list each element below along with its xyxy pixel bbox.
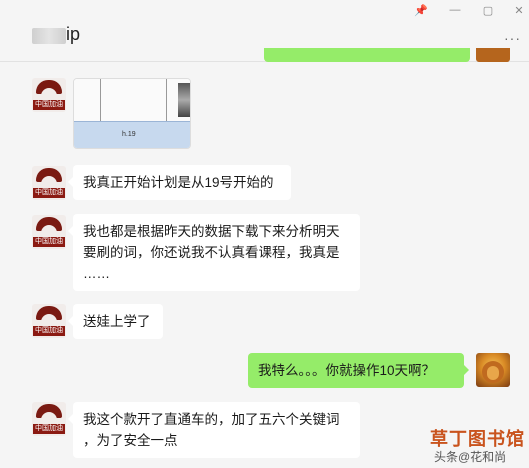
message-text: 我这个款开了直通车的，加了五六个关键词 bbox=[83, 412, 340, 427]
previous-sent-bubble[interactable] bbox=[264, 48, 470, 62]
message-bubble[interactable]: 我也都是根据昨天的数据下载下来分析明天 要刷的词，你还说我不认真看课程，我真是 … bbox=[68, 214, 360, 291]
avatar-tag: 中国加油 bbox=[33, 100, 65, 110]
message-bubble[interactable]: 送娃上学了 bbox=[68, 304, 163, 339]
contact-avatar[interactable]: 中国加油 bbox=[32, 78, 66, 112]
contact-avatar[interactable]: 中国加油 bbox=[32, 402, 66, 436]
contact-avatar[interactable]: 中国加油 bbox=[32, 304, 66, 338]
message-text: 我特么。。。你就操作10天啊？ bbox=[258, 363, 436, 378]
minimize-icon[interactable]: — bbox=[448, 4, 462, 16]
blurred-contact-name bbox=[32, 28, 66, 44]
my-avatar-partial[interactable] bbox=[476, 48, 510, 62]
sent-message-bubble[interactable]: 我特么。。。你就操作10天啊？ bbox=[248, 353, 469, 388]
message-text: 送娃上学了 bbox=[83, 314, 151, 329]
message-text: 我也都是根据昨天的数据下载下来分析明天 bbox=[83, 224, 340, 239]
chat-title: ip bbox=[66, 24, 81, 44]
my-avatar[interactable] bbox=[476, 353, 510, 387]
message-text: 我真正开始计划是从19号开始的 bbox=[83, 175, 274, 190]
image-message[interactable]: h.19 bbox=[73, 78, 191, 149]
message-bubble[interactable]: 我真正开始计划是从19号开始的 bbox=[68, 165, 291, 200]
pin-icon[interactable]: 📌 bbox=[414, 4, 428, 17]
contact-avatar[interactable]: 中国加油 bbox=[32, 215, 66, 249]
message-text: ，为了安全一点 bbox=[83, 433, 178, 448]
avatar-tag: 中国加油 bbox=[33, 424, 65, 434]
close-icon[interactable]: ✕ bbox=[512, 4, 526, 17]
avatar-tag: 中国加油 bbox=[33, 188, 65, 198]
avatar-tag: 中国加油 bbox=[33, 237, 65, 247]
message-text: …… bbox=[83, 266, 110, 281]
watermark-author: 头条@花和尚 bbox=[434, 450, 507, 464]
image-cell-text: h.19 bbox=[122, 131, 136, 138]
more-options-icon[interactable]: ··· bbox=[504, 30, 521, 46]
avatar-tag: 中国加油 bbox=[33, 326, 65, 336]
message-text: 要刷的词，你还说我不认真看课程，我真是 bbox=[83, 245, 340, 260]
watermark: 草丁图书馆 头条@花和尚 bbox=[430, 425, 526, 465]
message-bubble[interactable]: 我这个款开了直通车的，加了五六个关键词 ，为了安全一点 bbox=[68, 402, 360, 458]
maximize-icon[interactable]: ▢ bbox=[481, 4, 495, 17]
contact-avatar[interactable]: 中国加油 bbox=[32, 166, 66, 200]
